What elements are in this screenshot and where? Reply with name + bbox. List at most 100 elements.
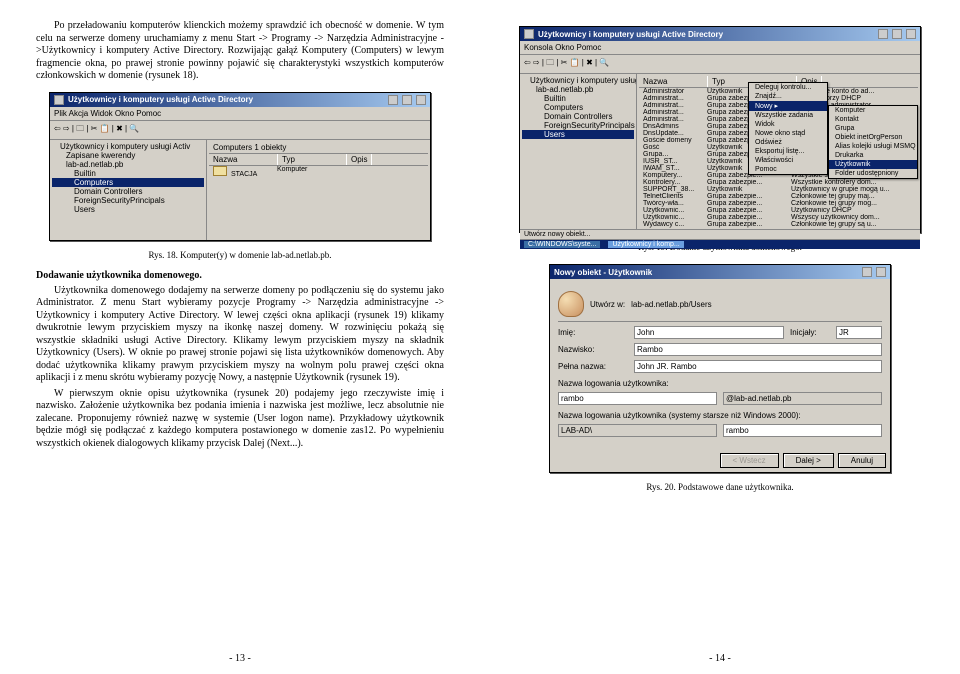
context-menu-1[interactable]: Deleguj kontrolu...Znajdź...Nowy ▸Wszyst… xyxy=(748,82,828,175)
close-icon[interactable] xyxy=(876,267,886,277)
menu-item[interactable]: Widok xyxy=(749,120,827,129)
fig19-window: Użytkownicy i komputery usługi Active Di… xyxy=(519,26,921,233)
left-paragraph-1: Po przeładowaniu komputerów klienckich m… xyxy=(36,20,444,86)
menu-item[interactable]: Obiekt inetOrgPerson xyxy=(829,133,917,142)
minimize-icon[interactable] xyxy=(388,95,398,105)
app-icon xyxy=(524,29,534,39)
p2: Użytkownika domenowego dodajemy na serwe… xyxy=(36,285,444,385)
menu-item[interactable]: Wszystkie zadania xyxy=(749,111,827,120)
pelna-label: Pełna nazwa: xyxy=(558,362,628,371)
user-icon xyxy=(558,291,584,317)
menu-item[interactable]: Drukarka xyxy=(829,151,917,160)
left-paragraph-2: Użytkownika domenowego dodajemy na serwe… xyxy=(36,285,444,454)
menu-item[interactable]: Użytkownik xyxy=(829,160,917,169)
tree-item[interactable]: Users xyxy=(52,205,204,214)
imie-label: Imię: xyxy=(558,328,628,337)
create-in-label: Utwórz w: xyxy=(590,300,625,309)
page-number-left: - 13 - xyxy=(36,647,444,664)
menu-item[interactable]: Kontakt xyxy=(829,115,917,124)
fig19-statusbar: Utwórz nowy obiekt... xyxy=(520,229,920,239)
inicjaly-input[interactable] xyxy=(836,326,882,339)
fig18-tree[interactable]: Użytkownicy i komputery usługi Activ Zap… xyxy=(50,140,207,240)
minimize-icon[interactable] xyxy=(878,29,888,39)
menu-item[interactable]: Grupa xyxy=(829,124,917,133)
fig20-caption: Rys. 20. Podstawowe dane użytkownika. xyxy=(516,482,924,492)
menu-item[interactable]: Pomoc xyxy=(749,165,827,174)
logon-domain[interactable] xyxy=(723,392,882,405)
fig19-title: Użytkownicy i komputery usługi Active Di… xyxy=(538,30,723,39)
menu-item[interactable]: Właściwości xyxy=(749,156,827,165)
tree-item[interactable]: Computers xyxy=(522,103,634,112)
cancel-button[interactable]: Anuluj xyxy=(838,453,886,468)
tree-item[interactable]: Builtin xyxy=(52,169,204,178)
nazwisko-input[interactable] xyxy=(634,343,882,356)
tree-item[interactable]: Domain Controllers xyxy=(522,112,634,121)
fig20-titlebar: Nowy obiekt - Użytkownik xyxy=(550,265,890,279)
menu-item[interactable]: Nowy ▸ xyxy=(749,101,827,111)
logon2-prefix xyxy=(558,424,717,437)
close-icon[interactable] xyxy=(416,95,426,105)
tree-root[interactable]: Użytkownicy i komputery usługi Activ xyxy=(52,142,204,151)
menu-item[interactable]: Nowe okno stąd xyxy=(749,129,827,138)
list-row[interactable]: Twórcy-wła...Grupa zabezpie...Członkowie… xyxy=(639,200,918,207)
fig18-title: Użytkownicy i komputery usługi Active Di… xyxy=(68,95,253,104)
tree-item[interactable]: Domain Controllers xyxy=(52,187,204,196)
list-row[interactable]: Użytkownic...Grupa zabezpie...Użytkownic… xyxy=(639,207,918,214)
tree-item-computers[interactable]: Computers xyxy=(52,178,204,187)
fig19-menu[interactable]: Konsola Okno Pomoc xyxy=(520,41,920,55)
app-icon xyxy=(54,95,64,105)
list-row[interactable]: Kontrolery...Grupa zabezpie...Wszystkie … xyxy=(639,179,918,186)
list-row[interactable]: Wydawcy c...Grupa zabezpie...Członkowie … xyxy=(639,221,918,228)
list-row[interactable]: TelnetClientsGrupa zabezpie...Członkowie… xyxy=(639,193,918,200)
page-number-right: - 14 - xyxy=(516,647,924,664)
imie-input[interactable] xyxy=(634,326,784,339)
fig18-window: Użytkownicy i komputery usługi Active Di… xyxy=(49,92,431,241)
fig18-list: Computers 1 obiekty Nazwa Typ Opis STACJ… xyxy=(207,140,430,240)
fig19-toolbar[interactable]: ⇦ ⇨ | 🗀 | ✂ 📋 | ✖ | 🔍 xyxy=(520,55,920,74)
tree-item[interactable]: lab-ad.netlab.pb xyxy=(522,85,634,94)
menu-item[interactable]: Alias kolejki usługi MSMQ xyxy=(829,142,917,151)
fig19-taskbar: C:\WINDOWS\syste... Użytkownicy i komp..… xyxy=(520,239,920,249)
page-13: Po przeładowaniu komputerów klienckich m… xyxy=(0,0,480,674)
fig18-toolbar[interactable]: ⇦ ⇨ | 🗀 | ✂ 📋 | ✖ | 🔍 xyxy=(50,121,430,140)
tree-item[interactable]: Zapisane kwerendy xyxy=(52,151,204,160)
menu-item[interactable]: Znajdź... xyxy=(749,92,827,101)
list-header: Nazwa Typ Opis xyxy=(209,154,428,166)
close-icon[interactable] xyxy=(906,29,916,39)
maximize-icon[interactable] xyxy=(402,95,412,105)
menu-item[interactable]: Folder udostępniony xyxy=(829,169,917,178)
list-title: Computers 1 obiekty xyxy=(209,142,428,154)
menu-item[interactable]: Komputer xyxy=(829,106,917,115)
maximize-icon[interactable] xyxy=(892,29,902,39)
context-menu-2[interactable]: KomputerKontaktGrupaObiekt inetOrgPerson… xyxy=(828,105,918,179)
tree-item[interactable]: Builtin xyxy=(522,94,634,103)
logon2-input[interactable] xyxy=(723,424,882,437)
menu-item[interactable]: Deleguj kontrolu... xyxy=(749,83,827,92)
p3: W pierwszym oknie opisu użytkownika (rys… xyxy=(36,388,444,451)
help-icon[interactable] xyxy=(862,267,872,277)
tree-item[interactable]: ForeignSecurityPrincipals xyxy=(52,196,204,205)
menu-item[interactable]: Eksportuj listę... xyxy=(749,147,827,156)
logon-label: Nazwa logowania użytkownika: xyxy=(558,379,882,388)
p1: Po przeładowaniu komputerów klienckich m… xyxy=(36,20,444,83)
fig18-caption: Rys. 18. Komputer(y) w domenie lab-ad.ne… xyxy=(36,250,444,260)
menu-item[interactable]: Odśwież xyxy=(749,138,827,147)
tree-item[interactable]: ForeignSecurityPrincipals xyxy=(522,121,634,130)
tree-item[interactable]: Użytkownicy i komputery usługi Activ xyxy=(522,76,634,85)
fig18-menu[interactable]: Plik Akcja Widok Okno Pomoc xyxy=(50,107,430,121)
list-row[interactable]: SUPPORT_38...UżytkownikUżytkownicy w gru… xyxy=(639,186,918,193)
list-row[interactable]: Użytkownic...Grupa zabezpie...Wszyscy uż… xyxy=(639,214,918,221)
tree-item[interactable]: lab-ad.netlab.pb xyxy=(52,160,204,169)
fig20-dialog: Nowy obiekt - Użytkownik Utwórz w: lab-a… xyxy=(549,264,891,473)
fig20-title: Nowy obiekt - Użytkownik xyxy=(554,268,652,277)
page-14: Użytkownicy i komputery usługi Active Di… xyxy=(480,0,960,674)
nazwisko-label: Nazwisko: xyxy=(558,345,628,354)
tree-item-users[interactable]: Users xyxy=(522,130,634,139)
fig19-tree[interactable]: Użytkownicy i komputery usługi Activ lab… xyxy=(520,74,637,229)
list-row[interactable]: STACJA Komputer xyxy=(209,166,428,178)
create-in-value: lab-ad.netlab.pb/Users xyxy=(631,300,712,309)
pelna-input[interactable] xyxy=(634,360,882,373)
next-button[interactable]: Dalej > xyxy=(783,453,834,468)
heading-add-user: Dodawanie użytkownika domenowego. xyxy=(36,270,444,281)
logon-input[interactable] xyxy=(558,392,717,405)
